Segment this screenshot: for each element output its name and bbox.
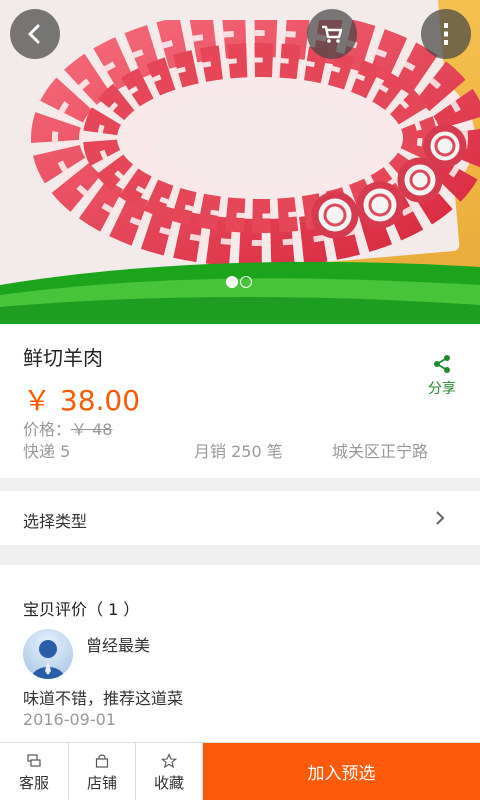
customer-service-button[interactable]: 客服 [0,743,69,800]
user-avatar-icon [31,640,65,679]
add-to-preselect-button[interactable]: 加入预选 [203,743,480,800]
favorite-button[interactable]: 收藏 [136,743,203,800]
select-type-row[interactable]: 选择类型 [0,491,480,545]
store-button[interactable]: 店铺 [69,743,136,800]
carousel-dot-active[interactable] [226,276,238,288]
chat-icon [27,754,41,767]
original-price: 价格：￥ 48 [23,416,112,440]
back-button[interactable] [10,9,60,59]
bottom-action-bar: 客服 店铺 收藏 加入预选 [0,742,480,800]
monthly-sales: 月销 250 笔 [194,442,283,461]
green-wave-decoration [0,261,480,324]
section-divider [0,545,480,565]
bag-icon [95,754,109,768]
lamb-slices-image [31,20,480,265]
carousel-indicators [226,276,252,288]
more-vertical-icon [444,23,448,45]
star-icon [161,753,177,769]
section-divider [0,478,480,491]
store-label: 店铺 [86,774,117,792]
product-price: ￥ 38.00 [23,384,141,417]
product-info: 鲜切羊肉 ￥ 38.00 价格：￥ 48 快递 5 月销 250 笔 城关区正宁… [0,324,480,478]
original-price-value: ￥ 48 [71,420,113,439]
share-icon [434,355,450,373]
customer-service-label: 客服 [18,774,49,792]
review-date: 2016-09-01 [23,710,116,729]
cart-button[interactable] [307,9,357,59]
avatar [23,629,73,679]
share-label: 分享 [428,381,456,397]
carousel-dot[interactable] [240,276,252,288]
original-price-label: 价格： [23,420,72,439]
shipping-fee: 快递 5 [23,442,71,461]
share-button[interactable]: 分享 [420,354,464,398]
favorite-label: 收藏 [153,774,184,792]
location: 城关区正宁路 [332,442,429,461]
more-button[interactable] [421,9,471,59]
chevron-right-icon [436,511,445,525]
product-image-carousel[interactable] [0,0,480,324]
product-title: 鲜切羊肉 [23,346,103,370]
review-text: 味道不错，推荐这道菜 [23,689,184,708]
reviews-title: 宝贝评价（ 1 ） [23,600,140,619]
reviews-section: 宝贝评价（ 1 ） 曾经最美 味道不错，推荐这道菜 2016-09-01 [0,565,480,742]
chevron-left-icon [28,24,40,44]
select-type-label: 选择类型 [23,512,88,531]
cart-icon [322,25,343,43]
review-username: 曾经最美 [86,636,151,655]
